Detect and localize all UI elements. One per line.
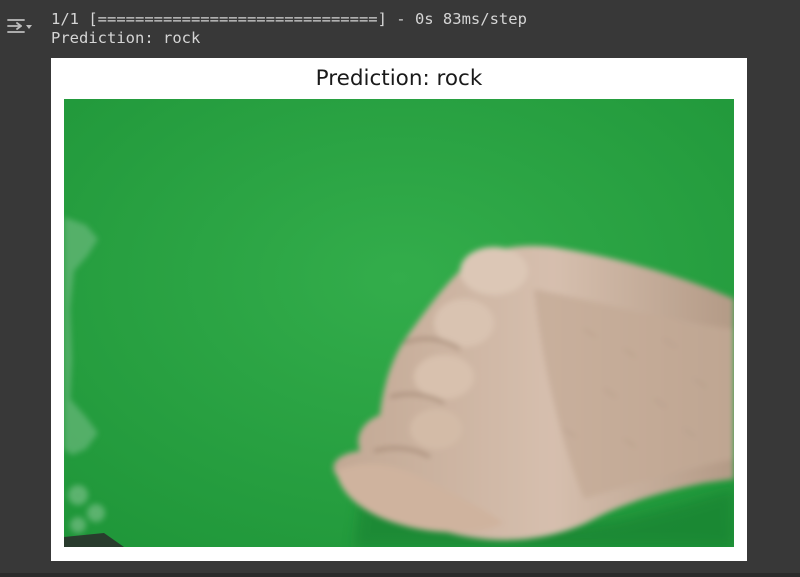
figure-title: Prediction: rock	[315, 66, 483, 91]
matplotlib-figure: Prediction: rock	[51, 58, 747, 561]
cell-output-area: 1/1 [==============================] - 0…	[0, 0, 800, 577]
prediction-line: Prediction: rock	[51, 29, 201, 47]
cell-bottom-border	[0, 573, 800, 577]
stdout-text: 1/1 [==============================] - 0…	[51, 10, 527, 48]
hand-fist-image	[64, 99, 734, 547]
output-toggle-icon[interactable]	[4, 14, 34, 40]
progress-line: 1/1 [==============================] - 0…	[51, 10, 527, 28]
